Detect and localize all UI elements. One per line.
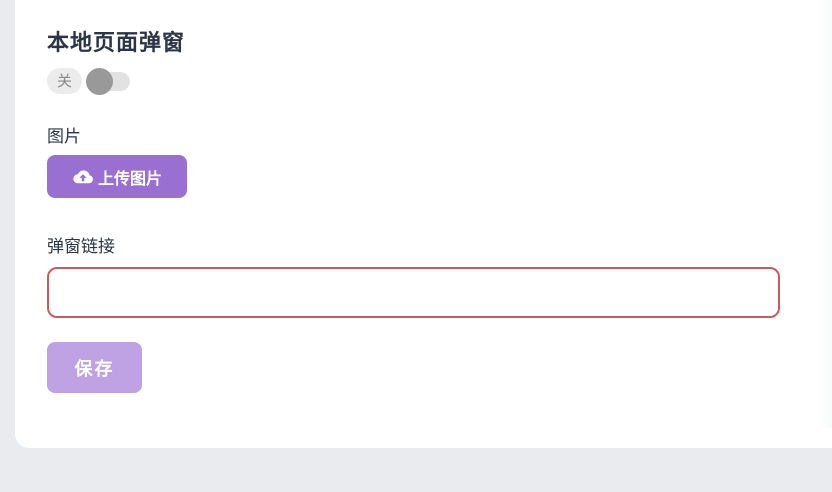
- toggle-knob[interactable]: [86, 68, 114, 95]
- page-title: 本地页面弹窗: [47, 31, 186, 56]
- link-field-label: 弹窗链接: [47, 237, 115, 257]
- upload-image-button[interactable]: 上传图片: [47, 155, 187, 198]
- popup-link-input[interactable]: [47, 267, 780, 318]
- save-button[interactable]: 保存: [47, 342, 142, 393]
- card-edge-fade: [817, 0, 832, 428]
- switch-state-label: 关: [47, 68, 83, 94]
- cloud-upload-icon: [73, 169, 93, 183]
- popup-switch-row: 关: [47, 68, 133, 95]
- image-field-label: 图片: [47, 127, 81, 147]
- popup-toggle-switch[interactable]: [86, 68, 133, 95]
- upload-button-label: 上传图片: [97, 168, 162, 188]
